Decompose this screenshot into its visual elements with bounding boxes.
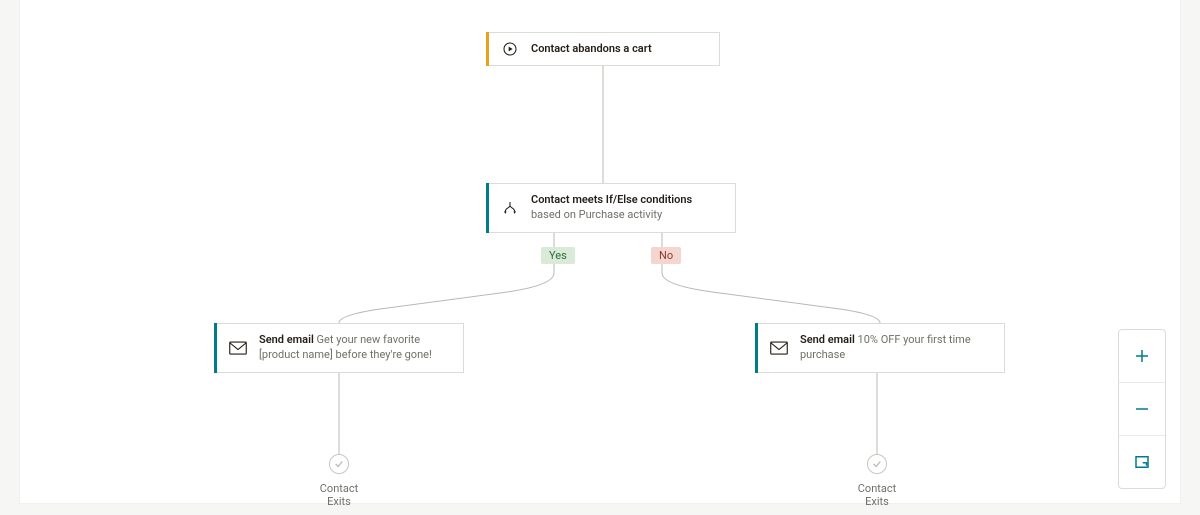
connectors bbox=[20, 0, 1180, 503]
ifelse-node[interactable]: Contact meets If/Else conditions based o… bbox=[486, 183, 736, 233]
branch-yes-label: Yes bbox=[541, 247, 575, 264]
email-right-accent bbox=[755, 323, 758, 373]
branch-no-label: No bbox=[651, 247, 681, 264]
trigger-accent bbox=[486, 32, 489, 66]
exit-left: Contact Exits bbox=[309, 454, 369, 508]
zoom-out-button[interactable] bbox=[1119, 383, 1165, 435]
exit-right: Contact Exits bbox=[847, 454, 907, 508]
ifelse-label: Contact meets If/Else conditions based o… bbox=[531, 193, 723, 223]
zoom-fit-button[interactable] bbox=[1119, 436, 1165, 488]
trigger-label: Contact abandons a cart bbox=[531, 42, 652, 57]
send-email-left-node[interactable]: Send email Get your new favorite [produc… bbox=[214, 323, 464, 373]
trigger-node[interactable]: Contact abandons a cart bbox=[486, 32, 720, 66]
check-circle-icon bbox=[867, 454, 887, 474]
split-icon bbox=[497, 200, 523, 216]
mail-icon bbox=[225, 341, 251, 355]
exit-right-label: Contact Exits bbox=[847, 482, 907, 508]
zoom-in-button[interactable] bbox=[1119, 330, 1165, 382]
email-left-accent bbox=[214, 323, 217, 373]
ifelse-accent bbox=[486, 183, 489, 233]
exit-left-label: Contact Exits bbox=[309, 482, 369, 508]
zoom-controls bbox=[1118, 329, 1166, 489]
email-right-label: Send email 10% OFF your first time purch… bbox=[800, 333, 992, 363]
play-circle-icon bbox=[497, 41, 523, 57]
check-circle-icon bbox=[329, 454, 349, 474]
email-left-label: Send email Get your new favorite [produc… bbox=[259, 333, 451, 363]
send-email-right-node[interactable]: Send email 10% OFF your first time purch… bbox=[755, 323, 1005, 373]
mail-icon bbox=[766, 341, 792, 355]
journey-canvas[interactable]: Contact abandons a cart Contact meets If… bbox=[20, 0, 1180, 503]
